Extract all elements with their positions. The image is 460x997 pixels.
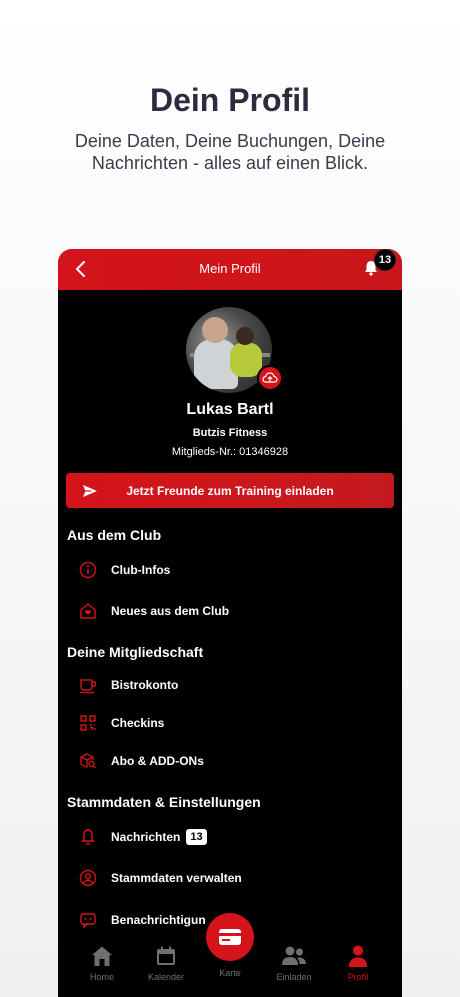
tab-calendar[interactable]: Kalender [136,943,196,982]
section-title-membership: Deine Mitgliedschaft [67,644,204,660]
promo-title: Dein Profil [149,82,310,118]
users-icon [282,946,306,965]
menu-item-checkins[interactable]: Checkins [78,711,164,735]
cup-icon [78,675,98,695]
profile-club: Butzis Fitness [192,427,268,439]
menu-item-label: Neues aus dem Club [111,604,230,618]
tab-label: Einladen [276,972,312,982]
menu-item-club-news[interactable]: Neues aus dem Club [78,599,229,623]
house-heart-icon [78,601,98,621]
menu-item-label: Checkins [111,716,165,730]
menu-item-label: Bistrokonto [111,678,179,692]
notification-badge: 13 [374,249,396,271]
box-search-icon [78,751,98,771]
app-screen: Mein Profil 13 Lukas Bartl Butzis Fitnes… [58,249,402,997]
menu-item-subscription[interactable]: Abo & ADD-ONs [78,749,204,773]
send-icon [83,485,97,497]
tab-invite[interactable]: Einladen [264,943,324,982]
avatar-container [186,307,283,397]
upload-photo-button[interactable] [257,365,283,391]
menu-item-notifications[interactable]: Benachrichtigun [78,908,206,932]
promo-subtitle: Deine Daten, Deine Buchungen, Deine Nach… [74,131,386,173]
tab-label: Home [89,972,114,982]
menu-item-bistro[interactable]: Bistrokonto [78,673,178,697]
calendar-icon [157,946,175,965]
menu-item-label: Benachrichtigun [111,913,206,927]
tab-label: Profil [347,972,369,982]
profile-name: Lukas Bartl [186,401,274,418]
card-icon [219,929,241,945]
page-title: Mein Profil [199,261,261,276]
section-title-club: Aus dem Club [67,527,162,543]
tab-label: Kalender [147,972,185,982]
bell-icon [78,827,98,847]
user-icon [349,945,367,967]
menu-item-label: Stammdaten verwalten [111,871,242,885]
home-icon [92,946,112,966]
tab-profile[interactable]: Profil [328,943,388,982]
menu-item-master-data[interactable]: Stammdaten verwalten [78,866,242,890]
section-title-settings: Stammdaten & Einstellungen [67,794,261,810]
menu-item-messages[interactable]: Nachrichten 13 [78,825,207,849]
tab-home[interactable]: Home [72,943,132,982]
qr-code-icon [78,713,98,733]
tab-card[interactable] [206,913,254,961]
top-bar: Mein Profil 13 [58,249,402,290]
menu-item-label: Nachrichten [111,830,181,844]
tab-card-label: Karte [219,968,241,978]
invite-friends-label: Jetzt Freunde zum Training einladen [126,483,334,498]
message-icon [78,910,98,930]
menu-item-club-infos[interactable]: Club-Infos [78,558,170,582]
cloud-upload-icon [262,372,278,383]
menu-item-label: Abo & ADD-ONs [111,754,204,768]
menu-item-label: Club-Infos [111,563,171,577]
info-icon [78,560,98,580]
user-circle-icon [78,868,98,888]
member-number: Mitglieds-Nr.: 01346928 [171,446,289,458]
invite-friends-button[interactable]: Jetzt Freunde zum Training einladen [66,473,394,508]
messages-count-badge: 13 [186,829,207,845]
